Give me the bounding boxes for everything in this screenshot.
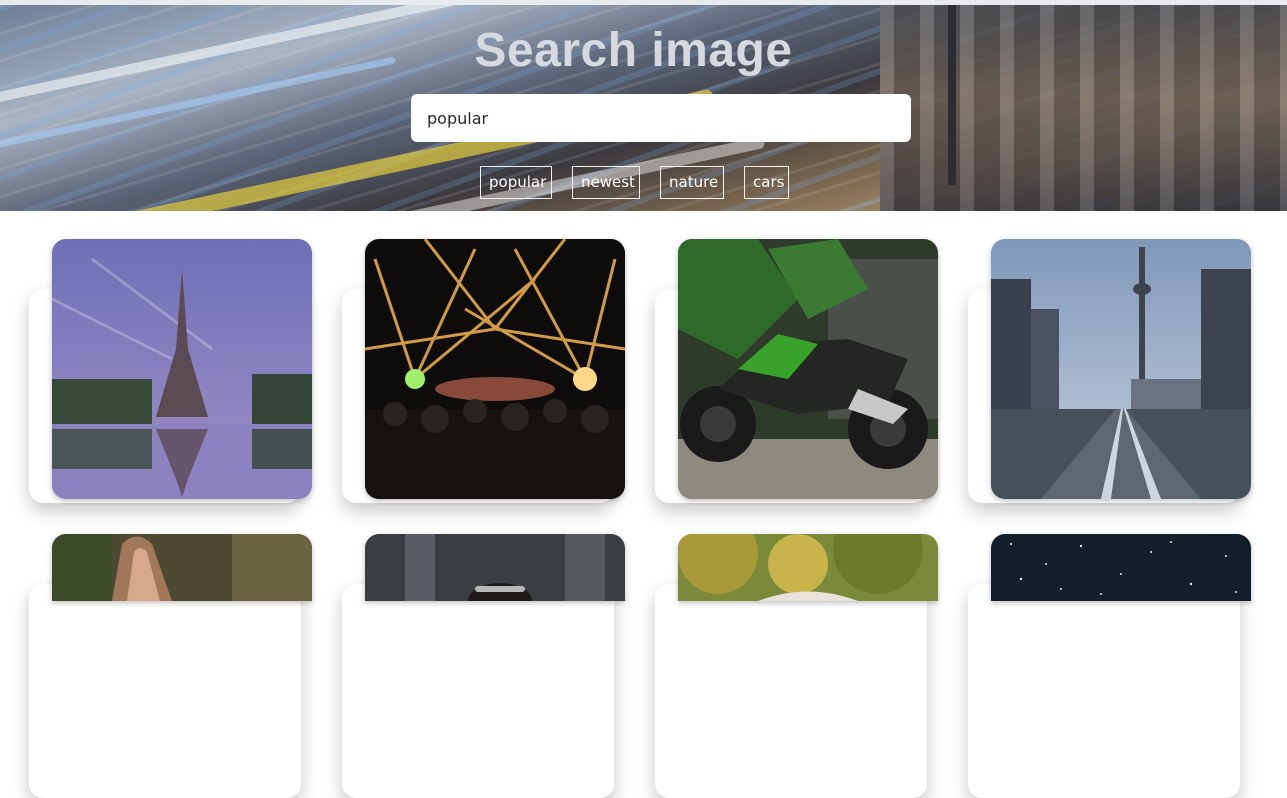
image-tile[interactable] (365, 239, 625, 499)
motorcycle-image (678, 239, 938, 499)
card-background (655, 584, 927, 798)
chip-cars[interactable]: cars (744, 166, 789, 199)
image-tile[interactable] (991, 534, 1251, 601)
search-input[interactable] (411, 94, 911, 142)
starry-sky-image (991, 534, 1251, 601)
chip-nature[interactable]: nature (660, 166, 724, 199)
skyline-rail-image (991, 239, 1251, 499)
street-person-image (365, 534, 625, 601)
image-tile[interactable] (52, 239, 312, 499)
image-tile[interactable] (991, 239, 1251, 499)
card-background (29, 584, 301, 798)
rabbit-image (52, 534, 312, 601)
card-background (968, 584, 1240, 798)
page-title: Search image (474, 24, 793, 77)
image-tile[interactable] (678, 534, 938, 601)
concert-lights-image (365, 239, 625, 499)
image-tile[interactable] (52, 534, 312, 601)
card-background (342, 584, 614, 798)
car-trees-image (678, 534, 938, 601)
chip-newest[interactable]: newest (572, 166, 640, 199)
hero-banner: Search image popular newest nature cars (0, 5, 1287, 211)
eiffel-tower-image (52, 239, 312, 499)
image-tile[interactable] (365, 534, 625, 601)
chip-popular[interactable]: popular (480, 166, 552, 199)
image-tile[interactable] (678, 239, 938, 499)
